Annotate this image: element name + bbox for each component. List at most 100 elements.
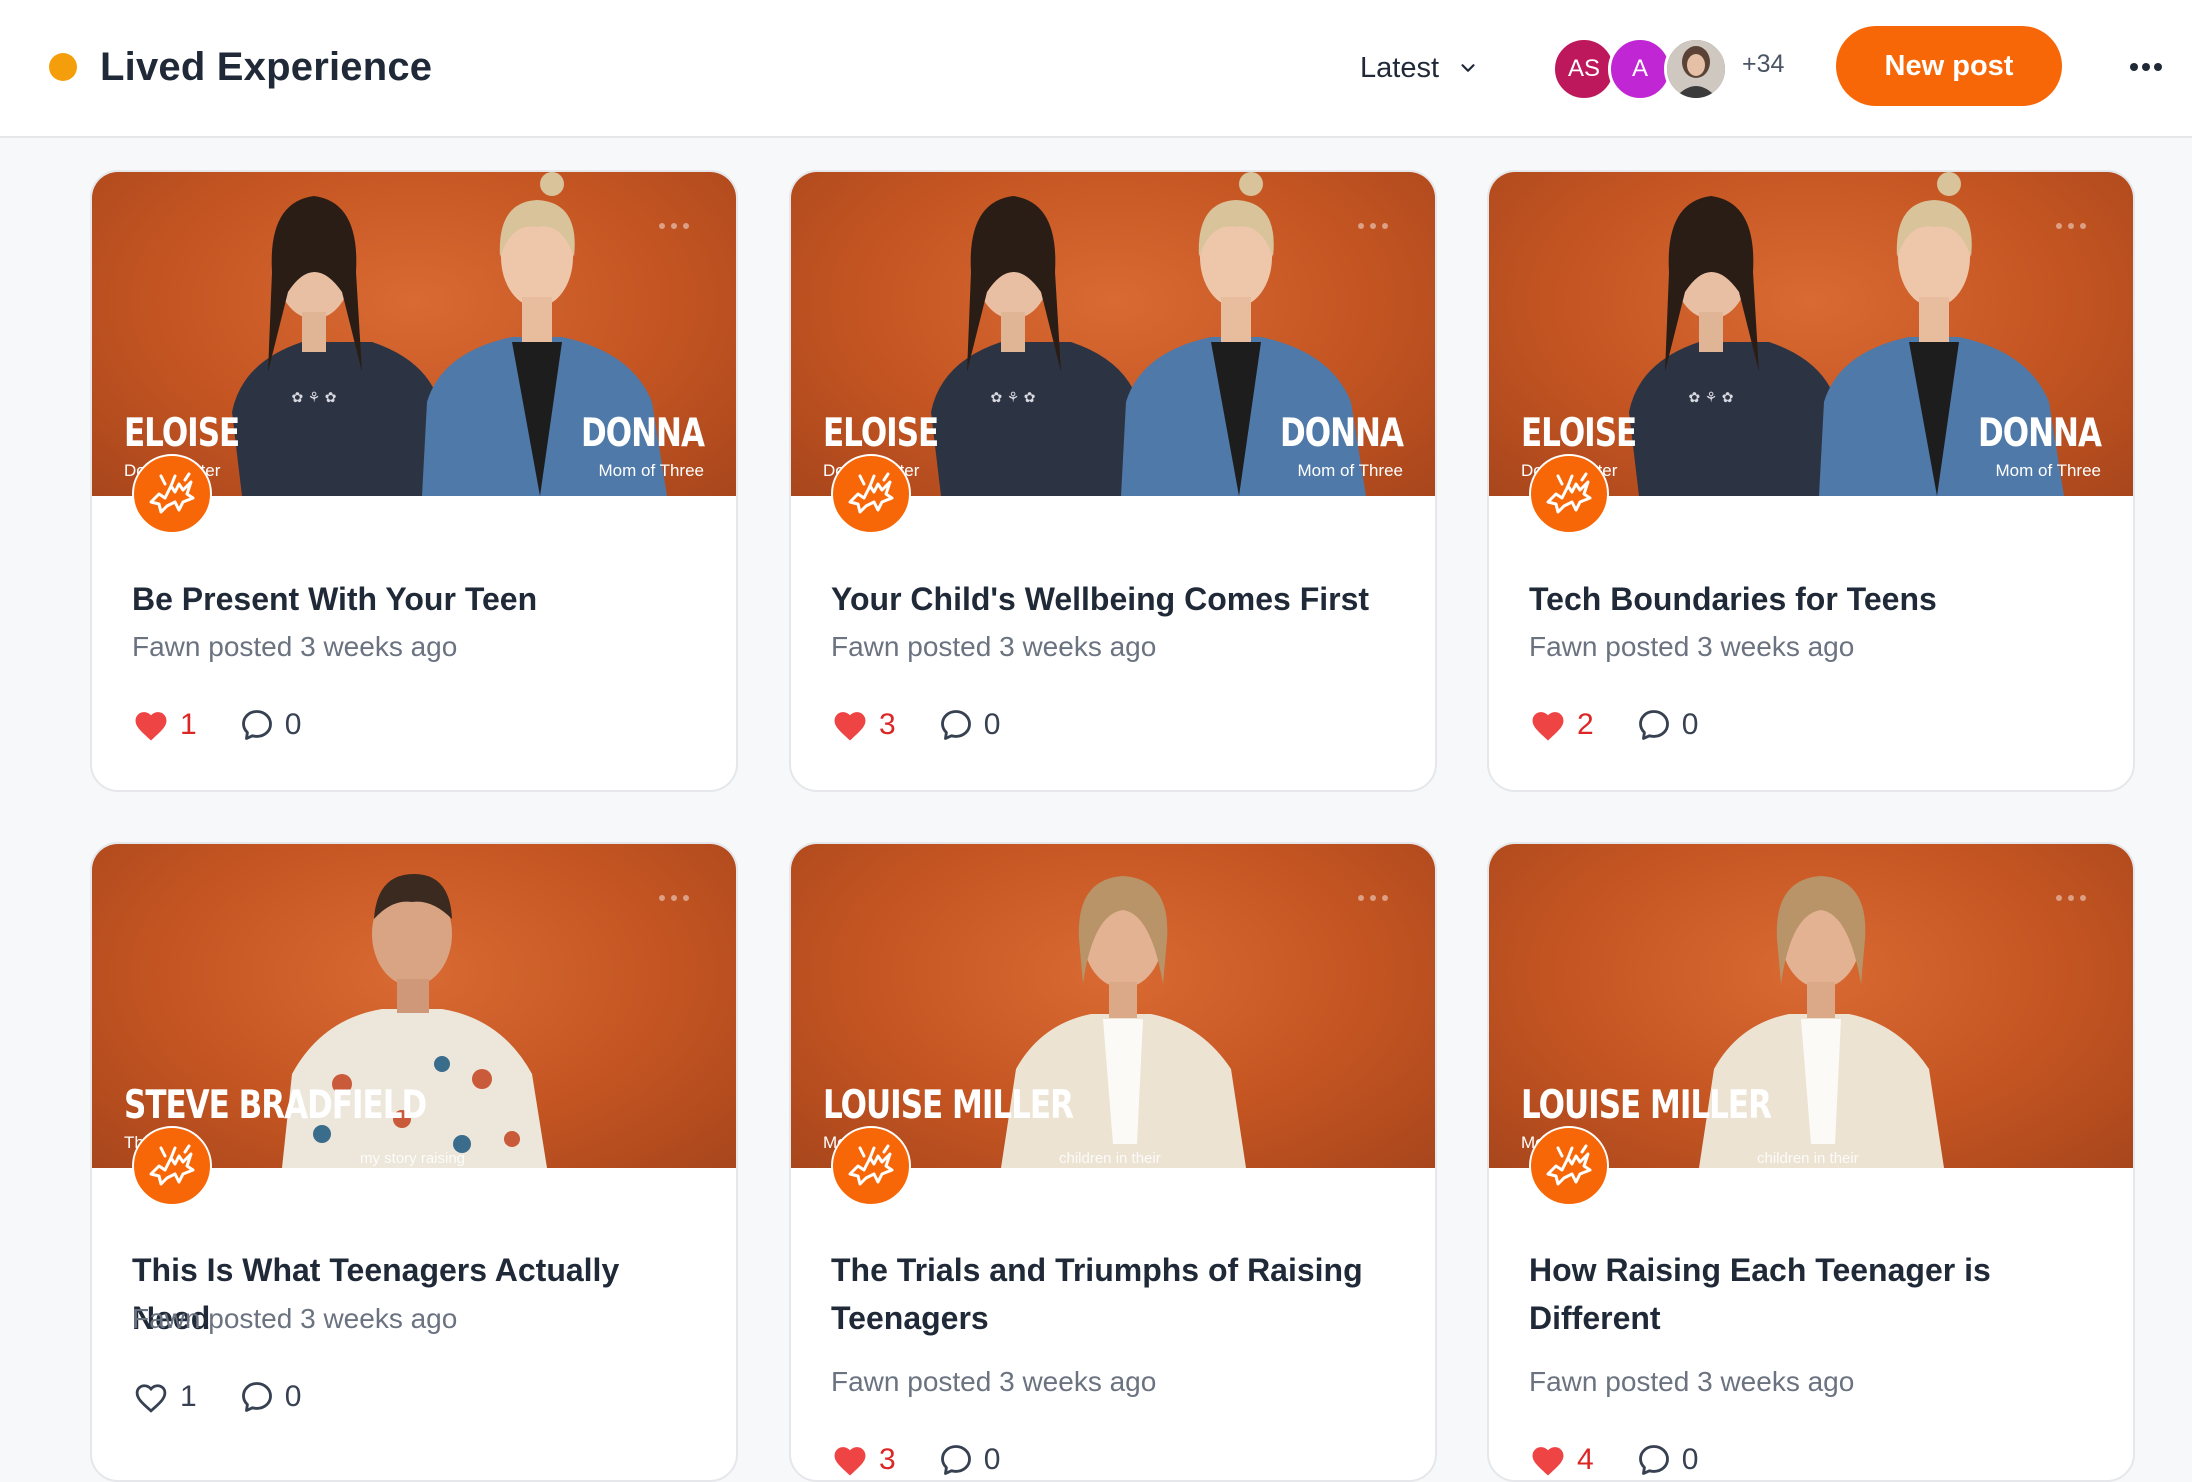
comment-button[interactable]: 0 [938,1442,1000,1478]
svg-text:✿ ⚘ ✿: ✿ ⚘ ✿ [991,390,1036,406]
thumbnail-caption: children in their [1757,1150,1859,1167]
comment-button[interactable]: 0 [1636,1442,1699,1478]
post-title[interactable]: Be Present With Your Teen [132,575,702,623]
author-avatar[interactable] [132,1126,212,1206]
post-thumbnail[interactable]: LOUISE MILLERMo threechildren in their [1489,844,2133,1168]
deer-logo-icon [149,1144,195,1186]
like-button[interactable]: 3 [831,1443,896,1477]
card-more-icon[interactable] [652,888,696,908]
post-reactions: 10 [132,705,301,745]
comment-count: 0 [983,708,1001,741]
thumbnail-name-left: LOUISE MILLER [1521,1082,1772,1128]
like-button[interactable]: 1 [132,708,197,742]
sort-label: Latest [1360,51,1439,84]
more-options-icon[interactable] [2124,50,2168,84]
post-title[interactable]: Your Child's Wellbeing Comes First [831,575,1401,623]
space-status-dot [49,53,77,81]
heart-filled-icon [1532,1447,1564,1476]
post-title[interactable]: Tech Boundaries for Teens [1529,575,2099,623]
comment-icon [1638,1445,1669,1475]
author-avatar[interactable] [132,454,212,534]
like-count: 3 [879,1443,896,1476]
new-post-button[interactable]: New post [1836,26,2062,106]
like-count: 2 [1577,708,1594,741]
deer-logo-icon [848,472,894,514]
thumbnail-name-left: STEVE BRADFIELD [124,1082,427,1128]
post-card[interactable]: LOUISE MILLERMo threechildren in their Ho… [1487,842,2135,1482]
deer-logo-icon [149,472,195,514]
like-button[interactable]: 2 [1529,708,1594,742]
card-more-icon[interactable] [2049,216,2093,236]
member-overflow-count[interactable]: +34 [1742,50,1784,79]
comment-button[interactable]: 0 [239,707,302,743]
heart-outline-icon [135,1384,167,1413]
post-title[interactable]: How Raising Each Teenager is Different [1529,1246,2099,1342]
space-header: Lived Experience Latest AS A +34 New pos… [0,0,2192,138]
post-reactions: 10 [132,1377,301,1417]
sort-dropdown[interactable]: Latest [1360,46,1479,90]
post-thumbnail[interactable]: STEVE BRADFIELDTh n Dadmy story raising [92,844,736,1168]
avatar[interactable]: AS [1552,37,1616,101]
heart-filled-icon [834,712,866,741]
post-reactions: 40 [1529,1440,1698,1480]
card-more-icon[interactable] [1351,216,1395,236]
post-meta: Fawn posted 3 weeks ago [132,1303,458,1334]
comment-button[interactable]: 0 [938,707,1001,743]
avatar-photo[interactable] [1664,37,1728,101]
heart-filled-icon [1532,712,1564,741]
post-reactions: 30 [831,1440,1000,1480]
post-title[interactable]: The Trials and Triumphs of Raising Teena… [831,1246,1401,1342]
thumbnail-name-right: DONNA [1280,410,1404,456]
deer-logo-icon [1546,472,1592,514]
post-thumbnail[interactable]: ✿ ⚘ ✿ ELOISEDo DaughterDONNAMom of Three [1489,172,2133,496]
thumbnail-role-right: Mom of Three [598,461,704,480]
post-thumbnail[interactable]: ✿ ⚘ ✿ ELOISEDo DaughterDONNAMom of Three [791,172,1435,496]
like-count: 4 [1577,1443,1594,1476]
post-card[interactable]: ✿ ⚘ ✿ ELOISEDo DaughterDONNAMom of Three… [1487,170,2135,792]
thumbnail-name-right: DONNA [1978,410,2102,456]
like-count: 3 [879,708,896,741]
comment-count: 0 [1681,1443,1699,1476]
post-reactions: 30 [831,705,1000,745]
card-more-icon[interactable] [2049,888,2093,908]
post-thumbnail[interactable]: ✿ ⚘ ✿ ELOISEDo DaughterDONNAMom of Three [92,172,736,496]
post-card[interactable]: ✿ ⚘ ✿ ELOISEDo DaughterDONNAMom of Three… [789,170,1437,792]
chevron-down-icon [1461,64,1475,72]
post-thumbnail[interactable]: LOUISE MILLERMo threechildren in their [791,844,1435,1168]
like-button[interactable]: 4 [1529,1443,1594,1477]
author-avatar[interactable] [831,454,911,534]
like-button[interactable]: 3 [831,708,896,742]
post-meta: Fawn posted 3 weeks ago [831,1366,1157,1397]
thumbnail-name-right: DONNA [581,410,705,456]
card-more-icon[interactable] [1351,888,1395,908]
like-count: 1 [180,1380,197,1413]
deer-logo-icon [848,1144,894,1186]
svg-text:✿ ⚘ ✿: ✿ ⚘ ✿ [292,390,337,406]
author-avatar[interactable] [1529,1126,1609,1206]
post-meta: Fawn posted 3 weeks ago [1529,631,1855,662]
person-photo-icon [1667,40,1725,98]
card-more-icon[interactable] [652,216,696,236]
like-button[interactable]: 1 [132,1380,197,1414]
post-meta: Fawn posted 3 weeks ago [1529,1366,1855,1397]
post-card[interactable]: LOUISE MILLERMo threechildren in their Th… [789,842,1437,1482]
post-card[interactable]: STEVE BRADFIELDTh n Dadmy story raisingT… [90,842,738,1482]
comment-button[interactable]: 0 [1636,707,1699,743]
comment-icon [1638,710,1669,740]
author-avatar[interactable] [1529,454,1609,534]
heart-filled-icon [834,1447,866,1476]
comment-button[interactable]: 0 [239,1379,302,1415]
comment-icon [241,1382,272,1412]
thumbnail-name-left: ELOISE [1521,410,1637,456]
deer-logo-icon [1546,1144,1592,1186]
post-reactions: 20 [1529,705,1698,745]
author-avatar[interactable] [831,1126,911,1206]
comment-count: 0 [284,1380,302,1413]
post-meta: Fawn posted 3 weeks ago [132,631,458,662]
comment-count: 0 [1681,708,1699,741]
thumbnail-role-right: Mom of Three [1995,461,2101,480]
comment-icon [940,710,971,740]
comment-count: 0 [284,708,302,741]
avatar[interactable]: A [1608,37,1672,101]
post-card[interactable]: ✿ ⚘ ✿ ELOISEDo DaughterDONNAMom of Three… [90,170,738,792]
